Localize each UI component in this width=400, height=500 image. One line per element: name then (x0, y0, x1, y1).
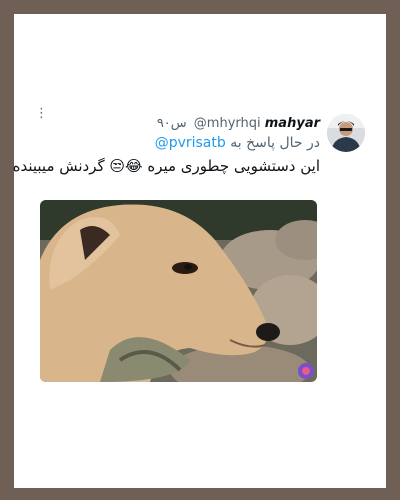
reply-prefix: در حال پاسخ به (230, 135, 320, 151)
tweet-image[interactable] (40, 200, 317, 382)
replying-to: در حال پاسخ به @pvrisatb (155, 135, 320, 151)
display-name[interactable]: mahyar (265, 116, 320, 131)
tweet-text: این دستشویی چطوری میره 😂😒 گردنش میبینده (12, 157, 320, 175)
tweet-time[interactable]: ۹۰س (157, 116, 187, 131)
more-options-icon[interactable]: ⋮ (35, 107, 48, 120)
reply-mention[interactable]: @pvrisatb (155, 135, 226, 151)
avatar[interactable] (327, 114, 365, 152)
user-handle[interactable]: @mhyrhqi (194, 116, 261, 131)
tweet-header: ۹۰س @mhyrhqi mahyar (157, 116, 320, 131)
